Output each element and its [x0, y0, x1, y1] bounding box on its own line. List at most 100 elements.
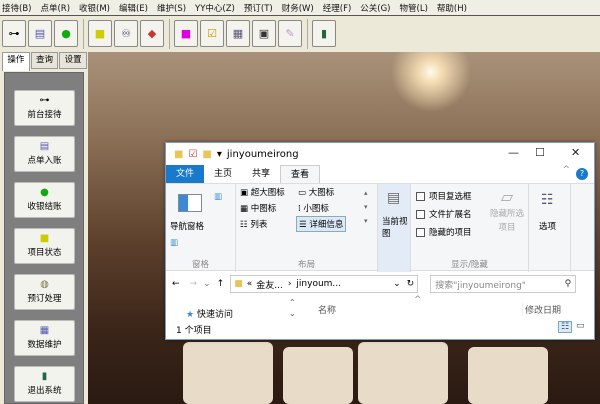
- reception-button[interactable]: ⊶ 前台接待: [14, 90, 75, 126]
- up-button[interactable]: ↑: [217, 279, 225, 289]
- computer-icon[interactable]: ▦: [226, 20, 250, 47]
- checkout-button[interactable]: ● 收银结账: [14, 182, 75, 218]
- nav-pane-button[interactable]: 导航窗格: [170, 220, 204, 232]
- current-view-button[interactable]: ▤ 当前视图: [378, 184, 411, 272]
- layout-medium[interactable]: ▦ 中图标: [240, 202, 276, 214]
- preview-pane-icon[interactable]: ▥: [214, 192, 222, 202]
- layout-list[interactable]: ☷ 列表: [240, 218, 267, 230]
- layout-scroll[interactable]: ▴ ▾ ▾: [364, 186, 368, 228]
- tab-settings[interactable]: 设置: [59, 52, 88, 69]
- breadcrumb-part[interactable]: jinyoum...: [296, 279, 341, 289]
- search-box[interactable]: 搜索"jinyoumeirong" ⚲: [430, 275, 577, 293]
- save-disk-icon[interactable]: ▣: [252, 20, 276, 47]
- large-icons-view-icon[interactable]: ▭: [576, 321, 585, 331]
- menu-maintain[interactable]: 维护(S): [157, 2, 186, 14]
- group-label: 窗格: [191, 260, 209, 270]
- collapse-ribbon-icon[interactable]: ^: [562, 165, 570, 183]
- color-cube-icon[interactable]: ◆: [140, 20, 164, 47]
- hidden-items-toggle[interactable]: 隐藏的项目: [416, 226, 472, 238]
- new-folder-icon[interactable]: ■: [202, 149, 211, 160]
- menu-reception[interactable]: 接待(B): [2, 2, 31, 14]
- details-pane-icon[interactable]: ▥: [170, 238, 178, 248]
- minimize-button[interactable]: —: [508, 146, 519, 159]
- booking-button[interactable]: ◍ 预订处理: [14, 274, 75, 310]
- button-label: 前台接待: [27, 110, 62, 120]
- item-checkbox-toggle[interactable]: 项目复选框: [416, 190, 472, 202]
- hide-selected-button[interactable]: ▱ 隐藏所选项目: [489, 189, 525, 235]
- nav-scroll[interactable]: ⌃ ⌄: [289, 297, 296, 319]
- exit-door-icon: ▮: [41, 371, 48, 382]
- options-label: 选项: [539, 222, 557, 232]
- recent-dropdown[interactable]: ⌄: [203, 279, 211, 289]
- properties-icon[interactable]: ☑: [188, 149, 197, 160]
- address-bar[interactable]: ■ « 金友... › jinyoum... ⌄ ↻: [230, 275, 419, 293]
- file-extension-toggle[interactable]: 文件扩展名: [416, 208, 472, 220]
- column-header-name[interactable]: 名称: [318, 303, 336, 316]
- options-button[interactable]: ☷ 选项: [529, 184, 571, 272]
- menu-yy-center[interactable]: YY中心(Z): [195, 2, 235, 14]
- address-dropdown-icon[interactable]: ⌄: [393, 279, 401, 289]
- back-button[interactable]: ←: [172, 279, 180, 289]
- customize-dropdown-icon[interactable]: ▾: [217, 149, 222, 160]
- tab-operate[interactable]: 操作: [2, 52, 30, 71]
- checkbox-icon[interactable]: ☑: [200, 20, 224, 47]
- data-maintain-button[interactable]: ▦ 数据维护: [14, 320, 75, 356]
- window-title: jinyoumeirong: [226, 148, 299, 160]
- binoculars-icon[interactable]: ♾: [114, 20, 138, 47]
- current-view-icon: ▤: [387, 190, 401, 206]
- layout-extra-large[interactable]: ▣ 超大图标: [240, 186, 285, 198]
- sofa: [358, 342, 448, 404]
- refresh-icon[interactable]: ↻: [407, 279, 415, 289]
- menu-help[interactable]: 帮助(H): [437, 2, 467, 14]
- maximize-button[interactable]: ☐: [535, 146, 545, 159]
- button-label: 点单入账: [27, 156, 62, 166]
- project-status-icon[interactable]: ■: [88, 20, 112, 47]
- exit-system-button[interactable]: ▮ 退出系统: [14, 366, 75, 402]
- clock-icon: ◍: [40, 279, 49, 290]
- details-view-icon[interactable]: ☷: [558, 321, 573, 333]
- layout-small[interactable]: ⁞ 小图标: [298, 202, 329, 214]
- breadcrumb-part[interactable]: 金友...: [256, 278, 283, 291]
- menu-cashier[interactable]: 收银(M): [79, 2, 110, 14]
- tab-home[interactable]: 主页: [204, 165, 242, 183]
- database-icon: ▦: [39, 325, 50, 336]
- menu-pr[interactable]: 公关(G): [360, 2, 390, 14]
- tab-share[interactable]: 共享: [242, 165, 280, 183]
- edit-note-icon[interactable]: ✎: [278, 20, 302, 47]
- quick-access-item[interactable]: ★ 快速访问: [186, 307, 233, 320]
- menu-finance[interactable]: 财务(W): [282, 2, 314, 14]
- layout-large[interactable]: ▭ 大图标: [298, 186, 334, 198]
- layout-group: ▣ 超大图标 ▭ 大图标 ▦ 中图标 ⁞ 小图标 ☷ 列表 ☰ 详细信息 ▴ ▾ ▾…: [236, 184, 378, 272]
- money-bag-icon[interactable]: ●: [54, 20, 78, 47]
- book-icon[interactable]: ■: [174, 20, 198, 47]
- button-label: 数据维护: [27, 340, 62, 350]
- close-button[interactable]: ✕: [571, 146, 580, 159]
- sort-arrow-icon: ^: [414, 295, 422, 305]
- nav-pane-icon[interactable]: [178, 194, 202, 212]
- exit-door-icon[interactable]: ▮: [312, 20, 336, 47]
- key-icon[interactable]: ⊶: [2, 20, 26, 47]
- project-status-button[interactable]: ■ 项目状态: [14, 228, 75, 264]
- column-header-date[interactable]: 修改日期: [522, 303, 561, 316]
- sofa: [283, 347, 353, 404]
- pane-group: 导航窗格 ▥ ▥ 窗格: [166, 184, 236, 272]
- tab-query[interactable]: 查询: [30, 52, 59, 69]
- group-label: 显示/隐藏: [451, 260, 488, 270]
- menu-order[interactable]: 点单(R): [40, 2, 70, 14]
- ribbon-tabs: 文件 主页 共享 查看 ^ ?: [166, 165, 594, 183]
- order-icon[interactable]: ▤: [28, 20, 52, 47]
- menu-booking[interactable]: 预订(T): [244, 2, 273, 14]
- folder-icon: ■: [234, 279, 243, 289]
- menu-manager[interactable]: 经理(F): [323, 2, 352, 14]
- address-overflow[interactable]: «: [247, 279, 253, 289]
- order-entry-button[interactable]: ▤ 点单入账: [14, 136, 75, 172]
- help-icon[interactable]: ?: [576, 168, 588, 180]
- forward-button[interactable]: →: [190, 279, 198, 289]
- tab-file[interactable]: 文件: [166, 165, 205, 183]
- options-icon: ☷: [541, 192, 554, 208]
- layout-details[interactable]: ☰ 详细信息: [296, 216, 347, 232]
- current-view-label: 当前视图: [382, 217, 408, 239]
- menu-edit[interactable]: 编辑(E): [119, 2, 148, 14]
- menu-property[interactable]: 物管(L): [400, 2, 428, 14]
- tab-view[interactable]: 查看: [280, 165, 321, 183]
